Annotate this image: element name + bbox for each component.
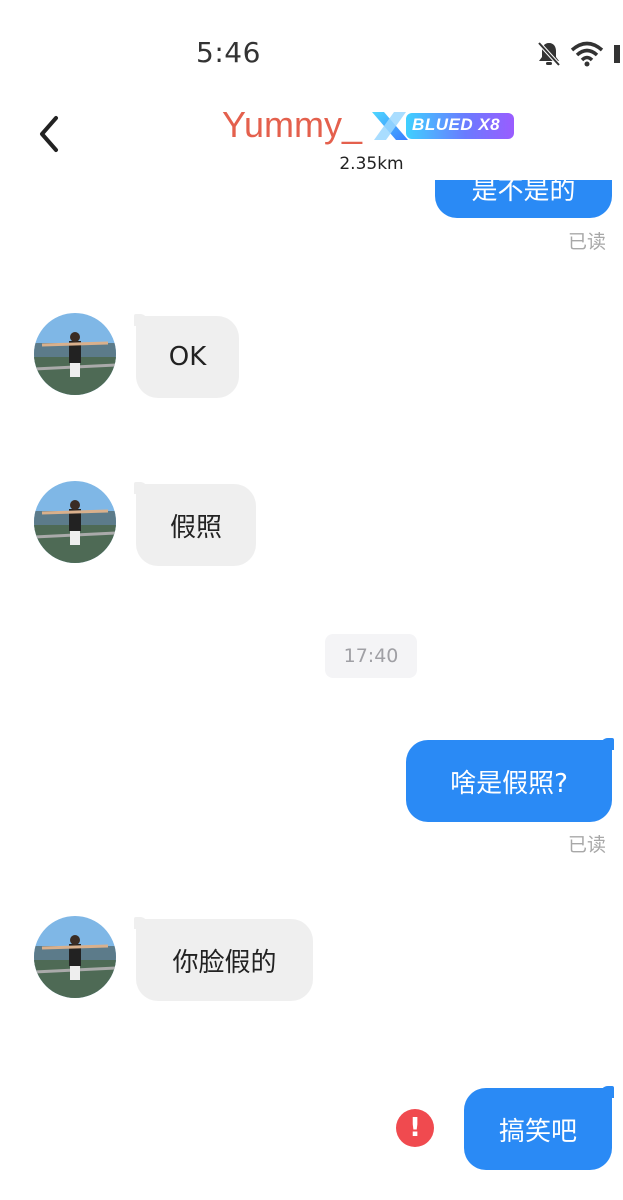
chat-header: Yummy_ BLUED X8 2.35km: [0, 100, 623, 180]
status-icons: [536, 40, 622, 68]
wifi-icon: [570, 41, 604, 67]
message-text: OK: [168, 342, 207, 372]
back-button[interactable]: [30, 112, 70, 156]
avatar[interactable]: [34, 481, 116, 563]
vip-badge-text: BLUED X8: [412, 115, 501, 134]
read-receipt: 已读: [568, 231, 607, 253]
message-text: 啥是假照?: [450, 768, 568, 799]
distance-label: 2.35km: [339, 154, 404, 174]
message-bubble-outgoing[interactable]: 啥是假照?: [406, 738, 614, 822]
status-bar: 5:46: [0, 0, 623, 100]
message-bubble-incoming[interactable]: OK: [134, 314, 239, 398]
message-bubble-outgoing[interactable]: 搞笑吧: [464, 1086, 614, 1170]
status-time: 5:46: [196, 36, 261, 69]
back-arrow-icon: [40, 116, 58, 152]
bell-off-icon: [537, 41, 561, 67]
avatar-photo: [34, 313, 116, 395]
read-receipt: 已读: [568, 834, 607, 856]
message-text: 搞笑吧: [498, 1116, 577, 1147]
message-text: 你脸假的: [172, 947, 277, 978]
avatar[interactable]: [34, 916, 116, 998]
contact-name[interactable]: Yummy_: [222, 104, 362, 146]
avatar-photo: [34, 916, 116, 998]
timestamp-divider: 17:40: [325, 634, 417, 678]
partial-status-icon: [614, 45, 620, 63]
avatar-photo: [34, 481, 116, 563]
error-icon-glyph: !: [409, 1113, 421, 1143]
avatar[interactable]: [34, 313, 116, 395]
vip-badge: BLUED X8: [368, 109, 515, 141]
message-text: 假照: [169, 512, 222, 543]
title-row[interactable]: Yummy_ BLUED X8: [222, 104, 515, 146]
message-bubble-incoming[interactable]: 假照: [134, 482, 256, 566]
error-icon[interactable]: !: [396, 1109, 434, 1147]
message-bubble-incoming[interactable]: 你脸假的: [134, 917, 313, 1001]
